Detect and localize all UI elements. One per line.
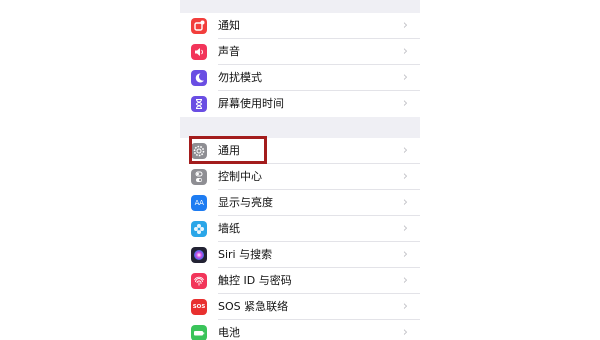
settings-row-label: 声音: [218, 45, 240, 58]
toggles-icon: [191, 169, 207, 185]
chevron-right-icon: ›: [402, 143, 408, 158]
text-size-glyph: AA: [194, 199, 204, 207]
fingerprint-icon: [191, 273, 207, 289]
siri-icon: [191, 247, 207, 263]
settings-row-display-brightness[interactable]: AA 显示与亮度 ›: [180, 190, 420, 216]
wallpaper-flower-icon: [191, 221, 207, 237]
settings-row-label: Siri 与搜索: [218, 248, 273, 261]
settings-row-label: 触控 ID 与密码: [218, 274, 292, 287]
battery-icon: [191, 325, 207, 340]
chevron-right-icon: ›: [402, 195, 408, 210]
notifications-icon: [191, 18, 207, 34]
settings-row-notifications[interactable]: 通知 ›: [180, 13, 420, 39]
chevron-right-icon: ›: [402, 18, 408, 33]
settings-row-label: SOS 紧急联络: [218, 300, 289, 313]
settings-row-label: 墙纸: [218, 222, 240, 235]
settings-row-control-center[interactable]: 控制中心 ›: [180, 164, 420, 190]
settings-row-label: 电池: [218, 326, 240, 339]
settings-row-wallpaper[interactable]: 墙纸 ›: [180, 216, 420, 242]
chevron-right-icon: ›: [402, 273, 408, 288]
chevron-right-icon: ›: [402, 169, 408, 184]
settings-row-label: 显示与亮度: [218, 196, 273, 209]
chevron-right-icon: ›: [402, 96, 408, 111]
highlight-box: [189, 136, 267, 164]
settings-group-2: 通用 › 控制中心 › AA 显示与亮度 › 墙纸 › Siri 与搜索 › 触…: [180, 138, 420, 340]
chevron-right-icon: ›: [402, 325, 408, 340]
settings-screen: 通知 › 声音 › 勿扰模式 › 屏幕使用时间 › 通用 › 控制中心 › AA…: [180, 0, 420, 340]
chevron-right-icon: ›: [402, 221, 408, 236]
chevron-right-icon: ›: [402, 247, 408, 262]
settings-row-sounds[interactable]: 声音 ›: [180, 39, 420, 65]
sos-icon: SOS: [191, 299, 207, 315]
sounds-icon: [191, 44, 207, 60]
chevron-right-icon: ›: [402, 44, 408, 59]
settings-row-screen-time[interactable]: 屏幕使用时间 ›: [180, 91, 420, 117]
settings-row-emergency-sos[interactable]: SOS SOS 紧急联络 ›: [180, 294, 420, 320]
settings-row-label: 通知: [218, 19, 240, 32]
chevron-right-icon: ›: [402, 70, 408, 85]
settings-row-touch-id-passcode[interactable]: 触控 ID 与密码 ›: [180, 268, 420, 294]
settings-row-label: 屏幕使用时间: [218, 97, 284, 110]
settings-row-battery[interactable]: 电池 ›: [180, 320, 420, 340]
sos-glyph: SOS: [192, 304, 206, 310]
settings-row-label: 勿扰模式: [218, 71, 262, 84]
settings-row-do-not-disturb[interactable]: 勿扰模式 ›: [180, 65, 420, 91]
settings-group-1: 通知 › 声音 › 勿扰模式 › 屏幕使用时间 ›: [180, 13, 420, 117]
hourglass-icon: [191, 96, 207, 112]
text-size-icon: AA: [191, 195, 207, 211]
chevron-right-icon: ›: [402, 299, 408, 314]
moon-icon: [191, 70, 207, 86]
settings-row-siri-search[interactable]: Siri 与搜索 ›: [180, 242, 420, 268]
settings-row-label: 控制中心: [218, 170, 262, 183]
